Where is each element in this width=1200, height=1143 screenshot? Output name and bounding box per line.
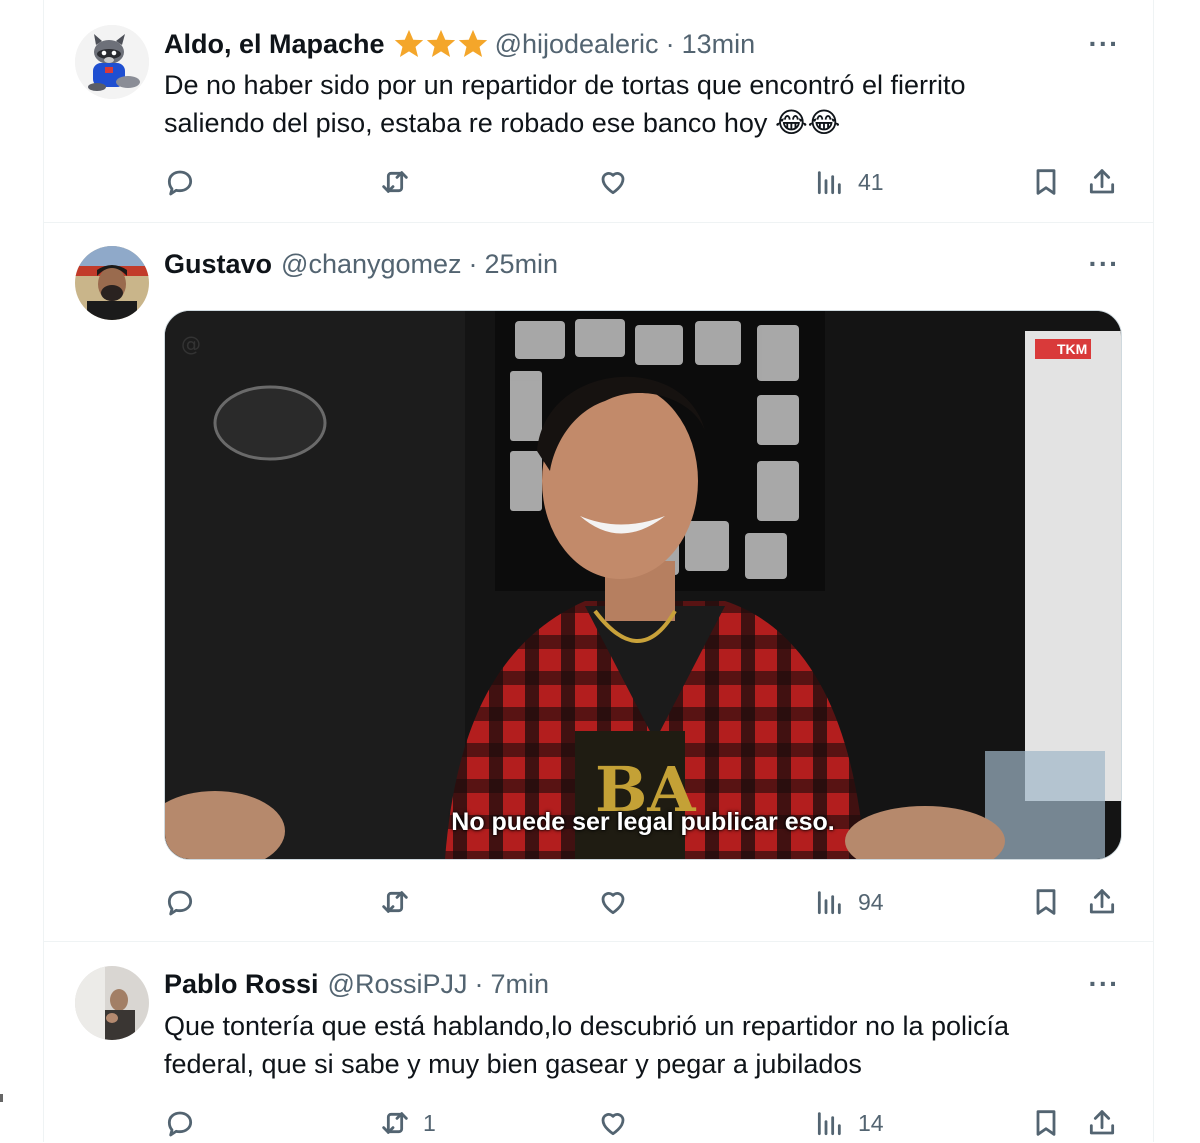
retweet-button[interactable]	[379, 882, 423, 922]
bookmark-icon	[1036, 1110, 1056, 1136]
share-icon	[1089, 889, 1115, 914]
share-icon	[1089, 169, 1115, 194]
star-icon	[458, 29, 487, 58]
retweet-icon	[382, 171, 408, 193]
avatar[interactable]	[75, 966, 149, 1040]
views-button[interactable]: 41	[814, 162, 884, 202]
separator: ·	[665, 28, 675, 59]
tweet-actions: 41	[164, 162, 1124, 202]
badge-stars	[391, 27, 487, 61]
bookmark-icon	[1036, 889, 1056, 915]
display-name[interactable]: Gustavo	[164, 249, 272, 280]
reply-button[interactable]	[164, 882, 208, 922]
view-count: 41	[858, 168, 884, 195]
views-icon	[817, 1112, 841, 1136]
tweet-text-line: De no haber sido por un repartidor de to…	[164, 70, 966, 100]
more-options-icon[interactable]: ···	[1088, 966, 1120, 1002]
star-icon	[394, 29, 423, 58]
bookmark-button[interactable]	[1030, 1103, 1062, 1143]
emoji: 😂😂	[774, 107, 841, 138]
views-button[interactable]: 14	[814, 1103, 884, 1143]
timestamp[interactable]: 7min	[490, 969, 549, 1000]
svg-text:@: @	[181, 332, 201, 356]
avatar[interactable]	[75, 246, 149, 320]
tweet-text-line-2: saliendo del piso, estaba re robado ese …	[164, 104, 1114, 142]
tweet-header: Aldo, el Mapache @hijodealeric · 13min	[164, 26, 755, 62]
more-options-icon[interactable]: ···	[1088, 26, 1120, 62]
reply-icon	[167, 170, 193, 196]
avatar[interactable]	[75, 25, 149, 99]
views-button[interactable]: 94	[814, 882, 884, 922]
tweet-text: Que tontería que está hablando,lo descub…	[164, 1007, 1114, 1083]
tweet-actions: 94	[164, 882, 1124, 922]
views-icon	[817, 891, 841, 915]
video-caption: No puede ser legal publicar eso.	[451, 808, 835, 836]
video-watermark: TKM	[1057, 341, 1088, 357]
tweet-text-line: federal, que si sabe y muy bien gasear y…	[164, 1049, 862, 1079]
retweet-count: 1	[423, 1109, 436, 1136]
reply-icon	[167, 1111, 193, 1137]
retweet-icon	[382, 1112, 408, 1134]
reply-button[interactable]	[164, 1103, 208, 1143]
reply-button[interactable]	[164, 162, 208, 202]
tweet-video[interactable]: BA @ No puede ser legal publicar eso. TK…	[164, 310, 1122, 860]
retweet-icon	[382, 891, 408, 913]
like-button[interactable]	[597, 1103, 641, 1143]
retweet-button[interactable]: 1	[379, 1103, 436, 1143]
handle[interactable]: @hijodealeric	[495, 29, 659, 60]
timestamp[interactable]: 13min	[682, 29, 756, 60]
tweet-header: Gustavo @chanygomez · 25min	[164, 246, 558, 282]
views-icon	[817, 171, 841, 195]
bookmark-icon	[1036, 169, 1056, 195]
video-frame: BA @	[165, 311, 1121, 859]
bookmark-button[interactable]	[1030, 882, 1062, 922]
heart-icon	[601, 1113, 625, 1136]
tweet-text-line: Que tontería que está hablando,lo descub…	[164, 1011, 1010, 1041]
separator: ·	[474, 968, 484, 999]
view-count: 14	[858, 1109, 884, 1136]
handle[interactable]: @chanygomez	[281, 249, 462, 280]
separator: ·	[468, 248, 478, 279]
heart-icon	[601, 172, 625, 195]
handle[interactable]: @RossiPJJ	[328, 969, 468, 1000]
bookmark-button[interactable]	[1030, 162, 1062, 202]
share-button[interactable]	[1086, 882, 1118, 922]
share-button[interactable]	[1086, 1103, 1118, 1143]
tweet[interactable]: Gustavo @chanygomez · 25min ··· BA @ No …	[44, 223, 1153, 942]
tweet[interactable]: Pablo Rossi @RossiPJJ · 7min ··· Que ton…	[44, 942, 1153, 1142]
retweet-button[interactable]	[379, 162, 423, 202]
scroll-edge-mark	[0, 1094, 3, 1102]
display-name[interactable]: Pablo Rossi	[164, 969, 319, 1000]
star-icon	[426, 29, 455, 58]
tweet[interactable]: Aldo, el Mapache @hijodealeric · 13min ·…	[44, 0, 1153, 223]
timeline-feed: Aldo, el Mapache @hijodealeric · 13min ·…	[43, 0, 1154, 1142]
share-icon	[1089, 1110, 1115, 1135]
tweet-actions: 1 14	[164, 1103, 1124, 1143]
timestamp[interactable]: 25min	[485, 249, 559, 280]
view-count: 94	[858, 888, 884, 915]
tweet-header: Pablo Rossi @RossiPJJ · 7min	[164, 966, 549, 1002]
tweet-text: De no haber sido por un repartidor de to…	[164, 66, 1114, 142]
display-name[interactable]: Aldo, el Mapache	[164, 29, 385, 60]
heart-icon	[601, 892, 625, 915]
like-button[interactable]	[597, 882, 641, 922]
more-options-icon[interactable]: ···	[1088, 246, 1120, 282]
tweet-text-line: saliendo del piso, estaba re robado ese …	[164, 108, 768, 138]
share-button[interactable]	[1086, 162, 1118, 202]
reply-icon	[167, 890, 193, 916]
like-button[interactable]	[597, 162, 641, 202]
